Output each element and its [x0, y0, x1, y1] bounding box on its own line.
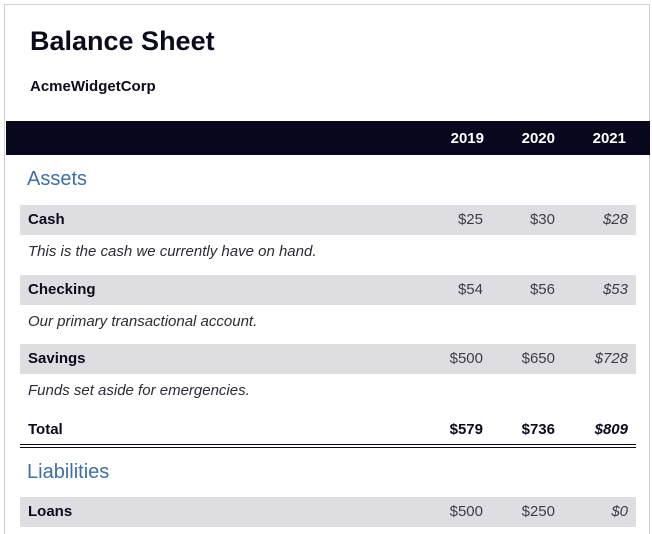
value-2019: $500 — [449, 503, 483, 520]
row-label: Savings — [28, 350, 86, 367]
row-description: Funds set aside for emergencies. — [28, 382, 250, 399]
row-label: Checking — [28, 281, 96, 298]
row-label: Cash — [28, 211, 65, 228]
value-2021: $728 — [594, 350, 628, 367]
section-title-liabilities: Liabilities — [27, 461, 110, 483]
total-2020: $736 — [521, 421, 555, 438]
year-header-2020: 2020 — [521, 130, 555, 147]
value-2020: $250 — [521, 503, 555, 520]
year-header-bar: 2019 2020 2021 — [6, 121, 650, 155]
year-header-2019: 2019 — [450, 130, 484, 147]
page-title: Balance Sheet — [30, 26, 215, 56]
value-2019: $54 — [457, 281, 483, 298]
row-label: Total — [28, 421, 63, 438]
value-2020: $30 — [529, 211, 555, 228]
row-description: Our primary transactional account. — [28, 313, 258, 330]
total-double-rule — [20, 444, 636, 448]
row-description: This is the cash we currently have on ha… — [28, 243, 317, 260]
total-2021: $809 — [594, 421, 628, 438]
asset-row-cash: Cash $25 $30 $28 — [20, 205, 636, 235]
asset-total-row: Total $579 $736 $809 — [20, 415, 636, 445]
asset-row-checking: Checking $54 $56 $53 — [20, 275, 636, 305]
company-name: AcmeWidgetCorp — [30, 78, 156, 95]
value-2020: $56 — [529, 281, 555, 298]
total-2019: $579 — [449, 421, 483, 438]
value-2019: $25 — [457, 211, 483, 228]
value-2021: $53 — [602, 281, 628, 298]
year-header-2021: 2021 — [592, 130, 626, 147]
asset-row-savings: Savings $500 $650 $728 — [20, 344, 636, 374]
row-label: Loans — [28, 503, 73, 520]
section-title-assets: Assets — [27, 168, 88, 190]
value-2021: $28 — [602, 211, 628, 228]
value-2019: $500 — [449, 350, 483, 367]
value-2020: $650 — [521, 350, 555, 367]
value-2021: $0 — [611, 503, 628, 520]
liability-row-loans: Loans $500 $250 $0 — [20, 497, 636, 527]
